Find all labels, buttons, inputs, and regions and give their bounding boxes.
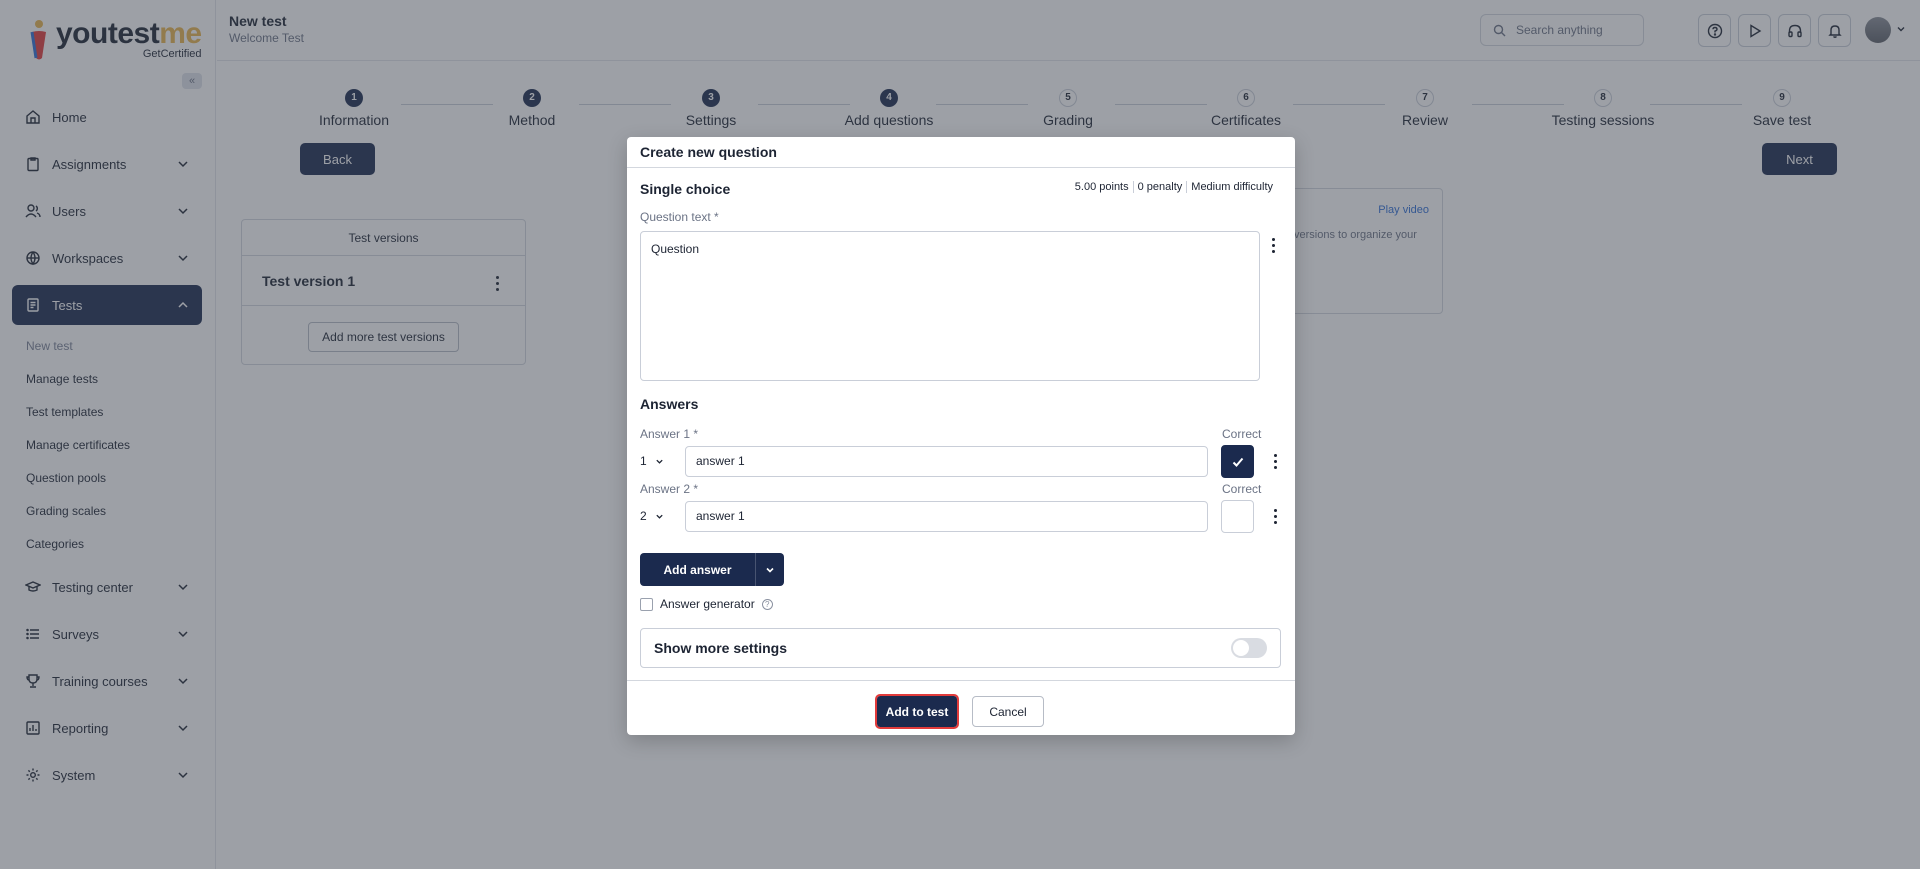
answer-options-icon[interactable] xyxy=(1274,452,1277,470)
answer-input[interactable]: answer 1 xyxy=(685,501,1208,532)
answer-order-select[interactable]: 1 xyxy=(640,446,672,476)
question-meta: 5.00 points 0 penalty Medium difficulty xyxy=(1071,181,1277,193)
answer-label: Answer 1 * xyxy=(640,427,699,441)
add-to-test-button[interactable]: Add to test xyxy=(875,694,959,729)
add-answer-label: Add answer xyxy=(663,562,732,577)
answer-options-icon[interactable] xyxy=(1274,507,1277,525)
more-settings-label: Show more settings xyxy=(654,640,788,656)
chevron-down-icon xyxy=(656,514,663,519)
help-icon[interactable]: ? xyxy=(761,598,773,610)
answer-generator-checkbox[interactable] xyxy=(640,597,653,611)
question-text-input[interactable]: Question xyxy=(640,231,1260,381)
correct-checkbox[interactable] xyxy=(1221,445,1254,478)
question-type: Single choice xyxy=(640,181,731,197)
answer-label: Answer 2 * xyxy=(640,482,699,496)
points-value[interactable]: 5.00 points xyxy=(1071,181,1133,193)
modal-footer: Add to test Cancel xyxy=(627,680,1295,735)
more-settings-toggle[interactable] xyxy=(1231,638,1267,658)
modal-title: Create new question xyxy=(627,137,1295,168)
order-value: 2 xyxy=(640,509,647,523)
answer-order-select[interactable]: 2 xyxy=(640,501,672,531)
chevron-down-icon xyxy=(656,459,663,464)
difficulty-value[interactable]: Medium difficulty xyxy=(1186,181,1277,193)
correct-label: Correct xyxy=(1222,482,1262,496)
correct-checkbox[interactable] xyxy=(1221,500,1254,533)
chevron-down-icon xyxy=(766,567,774,573)
answer-generator-option[interactable]: Answer generator ? xyxy=(640,597,773,611)
question-options-icon[interactable] xyxy=(1272,236,1275,254)
answers-title: Answers xyxy=(640,396,699,412)
create-question-modal: Create new question Single choice 5.00 p… xyxy=(627,137,1295,735)
more-settings-row: Show more settings xyxy=(640,628,1281,668)
add-answer-dropdown[interactable] xyxy=(755,553,784,586)
order-value: 1 xyxy=(640,454,647,468)
answer-generator-label: Answer generator xyxy=(660,597,755,611)
correct-label: Correct xyxy=(1222,427,1262,441)
answer-input[interactable]: answer 1 xyxy=(685,446,1208,477)
add-answer-button[interactable]: Add answer xyxy=(640,553,784,586)
penalty-value[interactable]: 0 penalty xyxy=(1132,181,1187,193)
question-text-label: Question text * xyxy=(640,210,719,224)
cancel-button[interactable]: Cancel xyxy=(972,696,1044,727)
check-icon xyxy=(1232,457,1243,467)
